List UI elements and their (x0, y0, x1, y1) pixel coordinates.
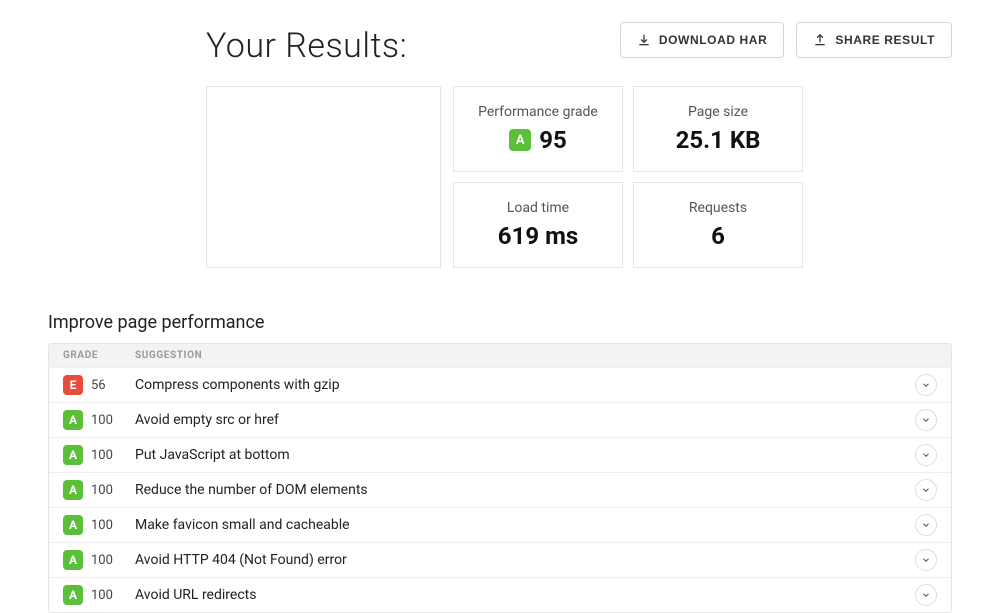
grade-score: 100 (91, 553, 113, 568)
metric-label: Requests (689, 200, 747, 216)
chevron-down-icon (921, 590, 931, 600)
grade-badge: A (63, 480, 83, 500)
table-header: GRADE SUGGESTION (49, 344, 951, 367)
download-har-button[interactable]: DOWNLOAD HAR (620, 22, 785, 58)
cell-grade: A 100 (63, 550, 135, 570)
cell-grade: A 100 (63, 585, 135, 605)
table-row[interactable]: E 56 Compress components with gzip (49, 367, 951, 402)
cell-grade: A 100 (63, 410, 135, 430)
grade-score: 100 (91, 588, 113, 603)
grade-badge: A (509, 129, 531, 151)
cell-grade: A 100 (63, 445, 135, 465)
cell-suggestion: Put JavaScript at bottom (135, 447, 915, 463)
grade-badge: A (63, 410, 83, 430)
table-row[interactable]: A 100 Reduce the number of DOM elements (49, 472, 951, 507)
expand-button[interactable] (915, 514, 937, 536)
cell-grade: A 100 (63, 480, 135, 500)
download-icon (637, 33, 651, 47)
table-row[interactable]: A 100 Avoid empty src or href (49, 402, 951, 437)
share-result-label: SHARE RESULT (835, 33, 935, 47)
grade-badge: A (63, 550, 83, 570)
grade-score: 100 (91, 518, 113, 533)
cell-suggestion: Make favicon small and cacheable (135, 517, 915, 533)
metric-performance-grade: Performance grade A 95 (453, 86, 623, 172)
cell-suggestion: Avoid empty src or href (135, 412, 915, 428)
page-title: Your Results: (206, 18, 407, 66)
grade-badge: A (63, 585, 83, 605)
section-heading: Improve page performance (48, 312, 952, 333)
table-row[interactable]: A 100 Avoid URL redirects (49, 577, 951, 612)
expand-button[interactable] (915, 374, 937, 396)
metric-value: 6 (711, 222, 725, 250)
metric-label: Load time (507, 200, 569, 216)
col-header-grade: GRADE (63, 350, 135, 361)
grade-badge: A (63, 515, 83, 535)
grade-badge: E (63, 375, 83, 395)
col-header-suggestion: SUGGESTION (135, 350, 937, 361)
grade-score: 100 (91, 413, 113, 428)
suggestions-table: GRADE SUGGESTION E 56 Compress components … (48, 343, 952, 613)
share-icon (813, 33, 827, 47)
expand-button[interactable] (915, 479, 937, 501)
chevron-down-icon (921, 380, 931, 390)
page-screenshot-preview (206, 86, 441, 268)
chevron-down-icon (921, 555, 931, 565)
chevron-down-icon (921, 415, 931, 425)
expand-button[interactable] (915, 409, 937, 431)
expand-button[interactable] (915, 444, 937, 466)
chevron-down-icon (921, 485, 931, 495)
metric-value: 95 (539, 126, 567, 154)
metric-page-size: Page size 25.1 KB (633, 86, 803, 172)
download-har-label: DOWNLOAD HAR (659, 33, 768, 47)
metric-label: Page size (688, 104, 748, 120)
cell-suggestion: Avoid HTTP 404 (Not Found) error (135, 552, 915, 568)
chevron-down-icon (921, 520, 931, 530)
metric-load-time: Load time 619 ms (453, 182, 623, 268)
grade-score: 100 (91, 483, 113, 498)
cell-grade: A 100 (63, 515, 135, 535)
expand-button[interactable] (915, 584, 937, 606)
cell-suggestion: Reduce the number of DOM elements (135, 482, 915, 498)
metric-requests: Requests 6 (633, 182, 803, 268)
grade-score: 56 (91, 378, 106, 393)
grade-score: 100 (91, 448, 113, 463)
metric-value: 619 ms (498, 222, 578, 250)
metric-label: Performance grade (478, 104, 598, 120)
expand-button[interactable] (915, 549, 937, 571)
table-row[interactable]: A 100 Make favicon small and cacheable (49, 507, 951, 542)
table-row[interactable]: A 100 Put JavaScript at bottom (49, 437, 951, 472)
metric-value: 25.1 KB (676, 126, 761, 154)
chevron-down-icon (921, 450, 931, 460)
cell-grade: E 56 (63, 375, 135, 395)
cell-suggestion: Compress components with gzip (135, 377, 915, 393)
grade-badge: A (63, 445, 83, 465)
cell-suggestion: Avoid URL redirects (135, 587, 915, 603)
share-result-button[interactable]: SHARE RESULT (796, 22, 952, 58)
table-row[interactable]: A 100 Avoid HTTP 404 (Not Found) error (49, 542, 951, 577)
